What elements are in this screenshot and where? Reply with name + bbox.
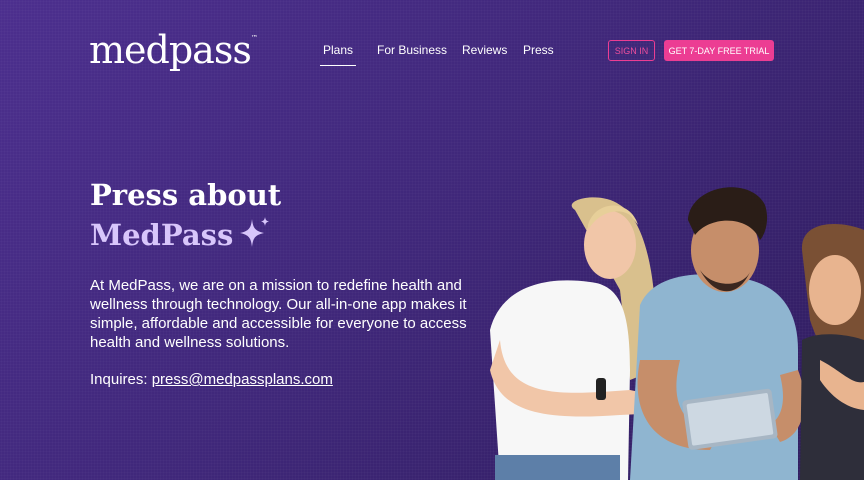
press-inquiries: Inquires: press@medpassplans.com xyxy=(90,371,333,388)
nav-for-business[interactable]: For Business xyxy=(377,43,447,57)
hero-photo xyxy=(490,187,864,480)
hero-description: At MedPass, we are on a mission to redef… xyxy=(90,277,467,351)
sparkle-icon xyxy=(240,217,269,247)
sign-in-button[interactable]: SIGN IN xyxy=(608,40,655,61)
logo-text: medpass xyxy=(89,28,252,72)
nav-press[interactable]: Press xyxy=(523,43,554,57)
title-line-1: Press about xyxy=(90,178,282,212)
medpass-logo[interactable]: medpass™ xyxy=(89,28,258,72)
press-email-link[interactable]: press@medpassplans.com xyxy=(152,371,333,388)
logo-trademark: ™ xyxy=(250,34,258,42)
free-trial-button[interactable]: GET 7-DAY FREE TRIAL xyxy=(664,40,774,61)
nav-plans[interactable]: Plans xyxy=(319,43,357,66)
inquires-label: Inquires: xyxy=(90,371,148,388)
nav-reviews[interactable]: Reviews xyxy=(462,43,507,57)
